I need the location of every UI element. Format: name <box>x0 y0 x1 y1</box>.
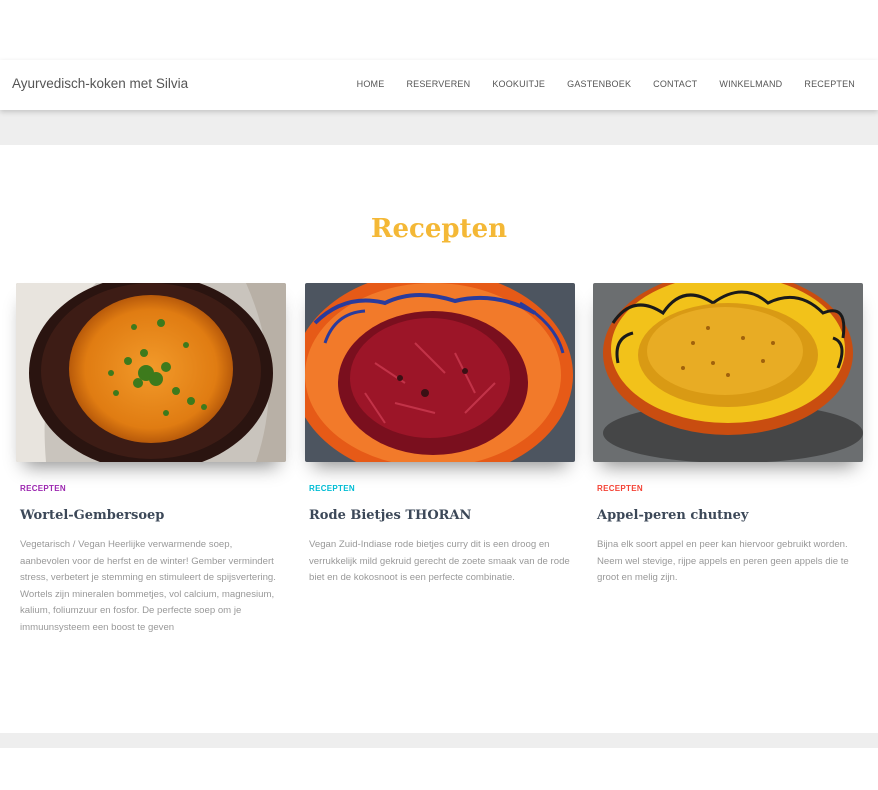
recipe-card: RECEPTEN Rode Bietjes THORAN Vegan Zuid-… <box>305 283 575 587</box>
card-description: Vegan Zuid-Indiase rode bietjes curry di… <box>309 539 570 584</box>
card-title[interactable]: Wortel-Gembersoep <box>20 508 286 523</box>
nav-gastenboek[interactable]: GASTENBOEK <box>567 79 631 89</box>
beetroot-thoran-photo[interactable] <box>305 283 575 462</box>
section-title: Recepten <box>370 214 508 244</box>
card-category[interactable]: RECEPTEN <box>20 484 286 493</box>
apple-pear-chutney-photo[interactable] <box>593 283 863 462</box>
card-title[interactable]: Rode Bietjes THORAN <box>309 508 575 523</box>
nav-recepten[interactable]: RECEPTEN <box>804 79 855 89</box>
main-nav: HOME RESERVEREN KOOKUITJE GASTENBOEK CON… <box>335 79 855 89</box>
nav-winkelmand[interactable]: WINKELMAND <box>719 79 782 89</box>
nav-reserveren[interactable]: RESERVEREN <box>406 79 470 89</box>
card-description: Bijna elk soort appel en peer kan hiervo… <box>597 539 849 584</box>
card-category[interactable]: RECEPTEN <box>309 484 575 493</box>
recipe-card: RECEPTEN Wortel-Gembersoep Vegetarisch /… <box>16 283 286 637</box>
nav-home[interactable]: HOME <box>357 79 385 89</box>
card-category[interactable]: RECEPTEN <box>597 484 863 493</box>
top-navbar: Ayurvedisch-koken met Silvia HOME RESERV… <box>0 60 878 110</box>
nav-contact[interactable]: CONTACT <box>653 79 697 89</box>
site-brand[interactable]: Ayurvedisch-koken met Silvia <box>12 76 188 91</box>
nav-kookuitje[interactable]: KOOKUITJE <box>492 79 545 89</box>
recipe-card: RECEPTEN Appel-peren chutney Bijna elk s… <box>593 283 863 587</box>
header-band <box>0 110 878 145</box>
footer-band <box>0 733 878 748</box>
card-description: Vegetarisch / Vegan Heerlijke verwarmend… <box>20 539 276 633</box>
carrot-soup-photo[interactable] <box>16 283 286 462</box>
card-title[interactable]: Appel-peren chutney <box>597 508 863 523</box>
